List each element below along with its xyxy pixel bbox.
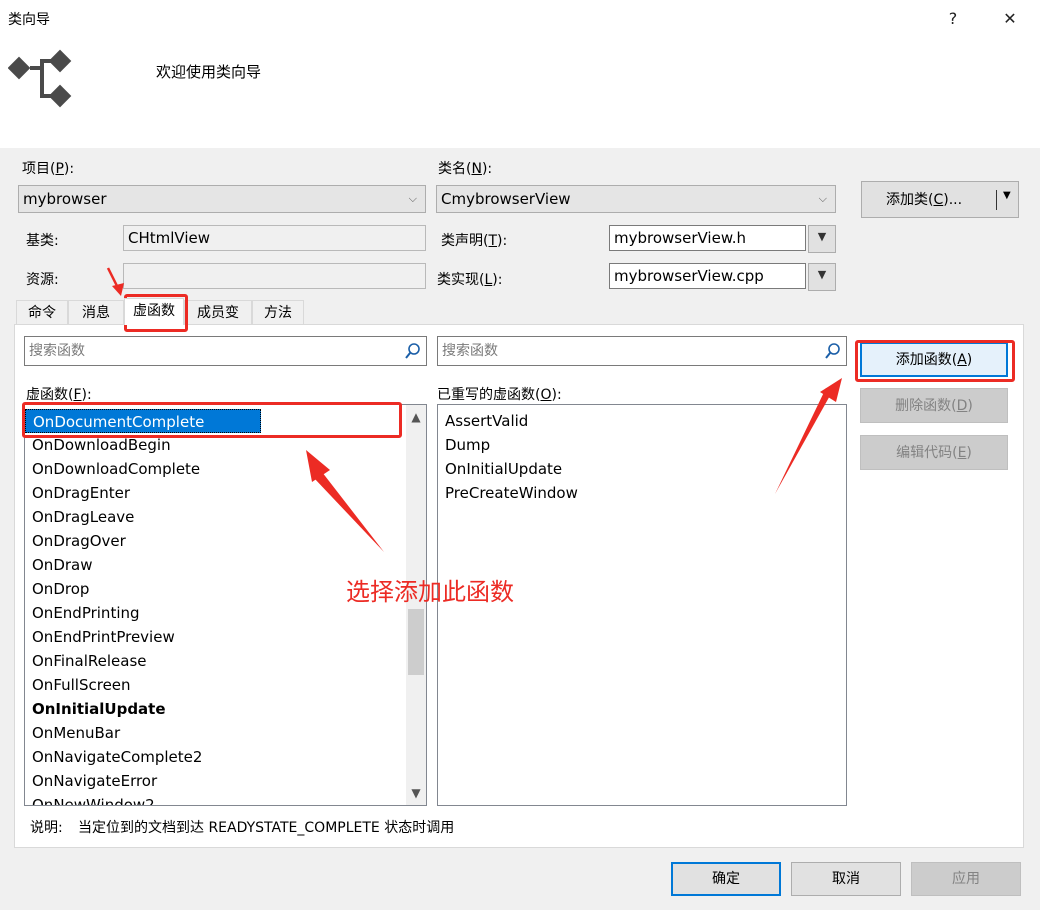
arrow-to-item [314, 472, 384, 552]
arrow-to-button [775, 388, 832, 494]
annotation-arrows [106, 267, 842, 552]
arrow-head-tab [112, 283, 124, 296]
tab-virtual-functions[interactable]: 虚函数 [124, 298, 184, 325]
arrow-head-item [306, 450, 330, 482]
